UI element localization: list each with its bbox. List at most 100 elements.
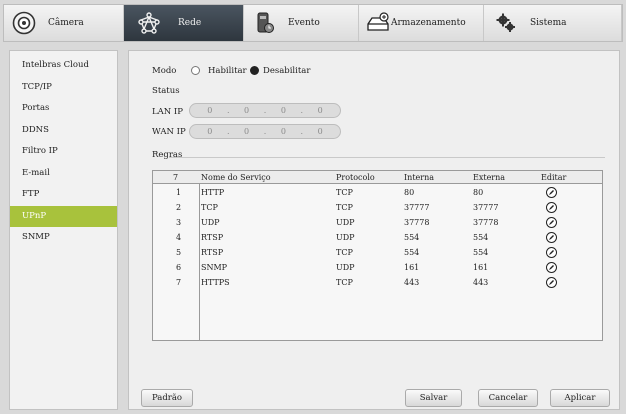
cell-index: 1: [176, 188, 182, 197]
header-service: Nome do Serviço: [201, 173, 271, 182]
tab-system[interactable]: Sistema: [484, 5, 622, 41]
enable-radio[interactable]: [191, 66, 200, 75]
sidebar-item-ip-filter[interactable]: Filtro IP: [10, 141, 117, 163]
default-button[interactable]: Padrão: [141, 389, 193, 407]
edit-icon[interactable]: [546, 217, 557, 228]
sidebar: Intelbras Cloud TCP/IP Portas DDNS Filtr…: [9, 50, 118, 410]
lan-ip-octet-4: 0: [317, 106, 323, 115]
edit-icon[interactable]: [546, 262, 557, 273]
edit-icon[interactable]: [546, 247, 557, 258]
ip-dot: .: [300, 106, 304, 115]
cell-external: 80: [473, 188, 484, 197]
tab-storage-label: Armazenamento: [391, 18, 466, 28]
cell-protocol: UDP: [336, 263, 355, 272]
header-protocol: Protocolo: [336, 173, 375, 182]
cell-service: UDP: [201, 218, 220, 227]
sidebar-item-ftp[interactable]: FTP: [10, 184, 117, 206]
tab-network[interactable]: Rede: [124, 5, 244, 41]
sidebar-item-intelbras-cloud[interactable]: Intelbras Cloud: [10, 55, 117, 77]
disable-label: Desabilitar: [263, 66, 311, 76]
cell-external: 161: [473, 263, 489, 272]
sidebar-item-ports[interactable]: Portas: [10, 98, 117, 120]
table-row: 4 RTSP UDP 554 554: [153, 231, 602, 246]
cell-external: 443: [473, 278, 489, 287]
rules-divider: [169, 157, 605, 158]
ip-dot: .: [263, 106, 267, 115]
cell-protocol: UDP: [336, 218, 355, 227]
tab-event[interactable]: Evento: [244, 5, 359, 41]
cell-protocol: TCP: [336, 278, 353, 287]
sidebar-item-upnp[interactable]: UPnP: [10, 205, 117, 227]
wan-ip-octet-1: 0: [207, 127, 213, 136]
header-edit: Editar: [541, 173, 567, 182]
lan-ip-octet-1: 0: [207, 106, 213, 115]
cell-protocol: TCP: [336, 248, 353, 257]
cell-index: 6: [176, 263, 182, 272]
tab-storage[interactable]: Armazenamento: [359, 5, 484, 41]
rules-table: 7 Nome do Serviço Protocolo Interna Exte…: [152, 170, 603, 341]
cell-internal: 554: [404, 233, 420, 242]
network-icon: [138, 12, 160, 34]
cell-internal: 80: [404, 188, 415, 197]
edit-icon[interactable]: [546, 187, 557, 198]
ip-dot: .: [263, 127, 267, 136]
lan-ip-octet-3: 0: [280, 106, 286, 115]
storage-icon: [365, 12, 391, 34]
table-row: 3 UDP UDP 37778 37778: [153, 216, 602, 231]
cell-protocol: TCP: [336, 188, 353, 197]
sidebar-item-snmp[interactable]: SNMP: [10, 227, 117, 249]
top-navigation: Câmera Rede Evento Armazenamento Sistema: [3, 4, 623, 42]
sidebar-item-email[interactable]: E-mail: [10, 163, 117, 185]
wan-ip-field[interactable]: 0. 0. 0. 0: [189, 124, 341, 139]
cell-index: 5: [176, 248, 182, 257]
lan-ip-octet-2: 0: [244, 106, 250, 115]
edit-icon[interactable]: [546, 232, 557, 243]
lan-ip-field[interactable]: 0. 0. 0. 0: [189, 103, 341, 118]
lan-ip-label: LAN IP: [152, 107, 183, 117]
header-external: Externa: [473, 173, 506, 182]
cell-service: TCP: [201, 203, 218, 212]
cell-external: 37778: [473, 218, 499, 227]
table-row: 2 TCP TCP 37777 37777: [153, 201, 602, 216]
cell-external: 554: [473, 233, 489, 242]
table-row: 6 SNMP UDP 161 161: [153, 261, 602, 276]
cell-internal: 37777: [404, 203, 430, 212]
disable-radio[interactable]: [250, 66, 259, 75]
cell-internal: 37778: [404, 218, 430, 227]
cell-service: HTTP: [201, 188, 225, 197]
edit-icon[interactable]: [546, 277, 557, 288]
rules-label: Regras: [152, 150, 183, 160]
cell-index: 3: [176, 218, 182, 227]
tab-camera[interactable]: Câmera: [4, 5, 124, 41]
cell-service: SNMP: [201, 263, 228, 272]
sidebar-item-ddns[interactable]: DDNS: [10, 120, 117, 142]
upnp-settings-panel: Modo Habilitar Desabilitar Status LAN IP…: [128, 50, 620, 410]
cell-index: 2: [176, 203, 182, 212]
edit-icon[interactable]: [546, 202, 557, 213]
cancel-button[interactable]: Cancelar: [478, 389, 538, 407]
cell-internal: 554: [404, 248, 420, 257]
header-internal: Interna: [404, 173, 435, 182]
table-row: 1 HTTP TCP 80 80: [153, 186, 602, 201]
tab-camera-label: Câmera: [48, 18, 84, 28]
cell-service: HTTPS: [201, 278, 230, 287]
sidebar-item-tcpip[interactable]: TCP/IP: [10, 77, 117, 99]
gears-icon: [496, 13, 516, 33]
event-icon: [256, 12, 274, 34]
cell-protocol: TCP: [336, 203, 353, 212]
cell-internal: 161: [404, 263, 420, 272]
cell-service: RTSP: [201, 248, 224, 257]
cell-internal: 443: [404, 278, 420, 287]
tab-event-label: Evento: [288, 18, 320, 28]
table-row: 7 HTTPS TCP 443 443: [153, 276, 602, 291]
camera-icon: [12, 11, 36, 35]
wan-ip-octet-3: 0: [280, 127, 286, 136]
cell-protocol: UDP: [336, 233, 355, 242]
wan-ip-octet-4: 0: [317, 127, 323, 136]
apply-button[interactable]: Aplicar: [550, 389, 610, 407]
ip-dot: .: [226, 127, 230, 136]
tab-system-label: Sistema: [530, 18, 567, 28]
cell-index: 7: [176, 278, 182, 287]
cell-service: RTSP: [201, 233, 224, 242]
save-button[interactable]: Salvar: [405, 389, 462, 407]
